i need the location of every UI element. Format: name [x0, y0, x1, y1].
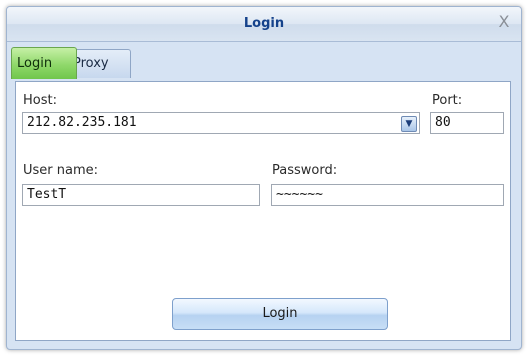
port-field[interactable]: [430, 112, 504, 134]
host-label: Host:: [23, 93, 57, 108]
username-field[interactable]: [22, 184, 260, 206]
chevron-down-icon[interactable]: ▼: [401, 116, 417, 132]
port-label: Port:: [432, 93, 463, 108]
username-label: User name:: [23, 163, 99, 178]
password-label: Password:: [272, 163, 338, 178]
title-bar[interactable]: Login X: [7, 7, 521, 42]
close-icon[interactable]: X: [496, 13, 512, 31]
tab-strip: Login Proxy: [7, 42, 521, 80]
password-field[interactable]: [271, 184, 504, 206]
tab-login[interactable]: Login: [11, 47, 77, 79]
login-dialog: Login X Login Proxy Host: ▼ Port: User n…: [6, 6, 522, 350]
login-button[interactable]: Login: [172, 298, 388, 330]
login-panel: Host: ▼ Port: User name: Password: Login: [15, 81, 511, 341]
host-field[interactable]: [22, 112, 420, 134]
dialog-title: Login: [243, 16, 285, 31]
